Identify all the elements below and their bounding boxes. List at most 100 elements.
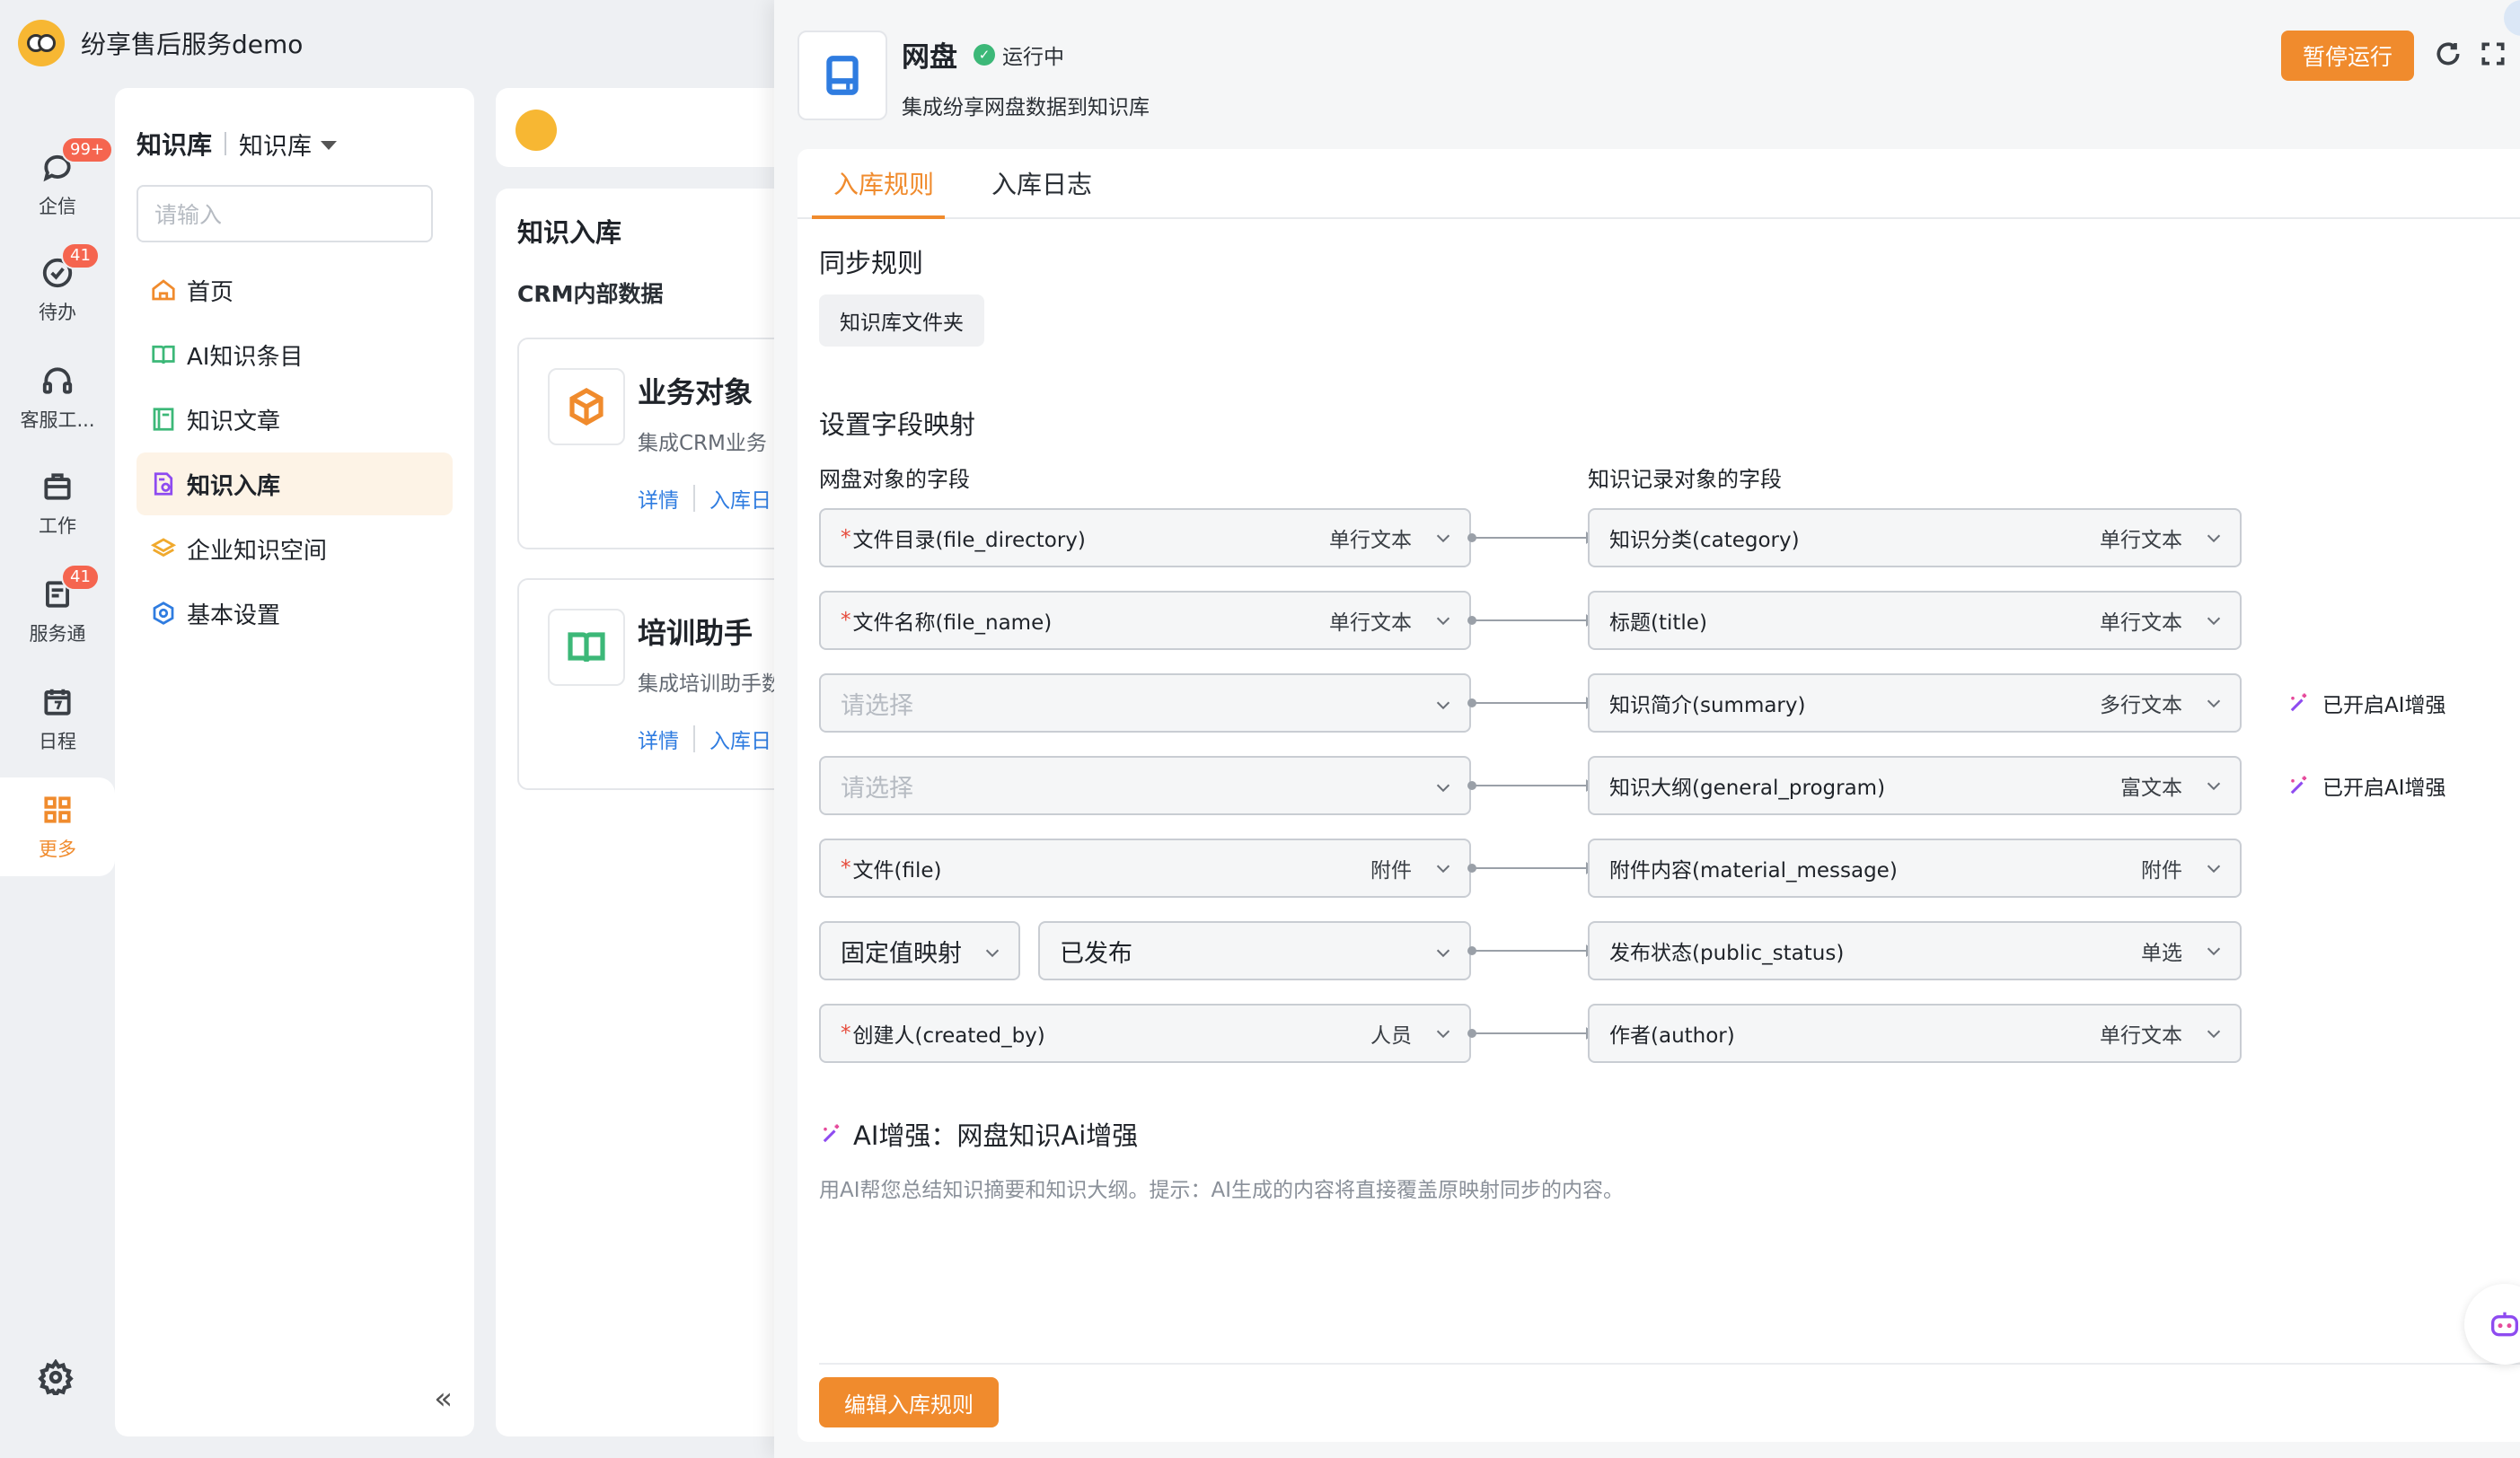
target-field-type: 附件: [2141, 859, 2182, 883]
pause-button[interactable]: 暂停运行: [2281, 31, 2414, 81]
kb-nav-space[interactable]: 企业知识空间: [137, 517, 453, 580]
source-field-select[interactable]: * 创建人(created_by) 人员: [819, 1004, 1471, 1063]
source-field-select[interactable]: * 文件目录(file_directory) 单行文本: [819, 508, 1471, 567]
ingest-section-title: CRM内部数据: [517, 281, 664, 307]
grid-icon: [40, 792, 75, 828]
tab-logs[interactable]: 入库日志: [991, 165, 1092, 201]
calendar-icon: [40, 684, 75, 720]
rail-badge: 99+: [61, 136, 113, 163]
source-field-select[interactable]: 请选择: [819, 756, 1471, 815]
rail-item-service-pass[interactable]: 41 服务通: [0, 562, 115, 661]
card-desc: 集成培训助手数: [638, 672, 782, 696]
detail-link[interactable]: 详情: [638, 483, 679, 514]
kb-nav-articles[interactable]: 知识文章: [137, 388, 453, 451]
chevron-down-icon: [2204, 693, 2224, 713]
source-field-label: 创建人(created_by): [852, 1024, 1045, 1048]
kb-nav-home[interactable]: 首页: [137, 259, 453, 321]
magic-wand-icon: [2290, 693, 2307, 712]
target-field-label: 标题(title): [1609, 611, 1707, 635]
required-mark: *: [841, 1022, 851, 1045]
target-field-select[interactable]: 知识分类(category) 单行文本: [1588, 508, 2242, 567]
hex-gear-icon: [149, 599, 178, 628]
log-link[interactable]: 入库日: [709, 483, 771, 514]
target-field-label: 知识分类(category): [1609, 529, 1800, 552]
target-field-select[interactable]: 发布状态(public_status) 单选: [1588, 921, 2242, 980]
caret-down-icon[interactable]: [321, 141, 338, 150]
article-icon: [149, 405, 178, 434]
target-field-type: 单行文本: [2100, 529, 2182, 552]
source-field-select[interactable]: 请选择: [819, 673, 1471, 733]
mapping-row: * 文件(file) 附件 附件内容(material_message) 附件: [819, 839, 2436, 898]
magic-wand-icon: [823, 1124, 840, 1143]
briefcase-icon: [40, 469, 75, 505]
refresh-icon[interactable]: [2434, 40, 2466, 72]
target-field-select[interactable]: 作者(author) 单行文本: [1588, 1004, 2242, 1063]
target-field-label: 知识简介(summary): [1609, 694, 1806, 717]
fullscreen-icon[interactable]: [2479, 40, 2511, 72]
mapping-mode-select[interactable]: 固定值映射: [819, 921, 1020, 980]
fixed-value-label: 已发布: [1060, 939, 1132, 968]
collapse-sidebar-icon[interactable]: «: [434, 1381, 453, 1417]
layers-icon: [149, 534, 178, 563]
kb-nav-ai-items[interactable]: AI知识条目: [137, 323, 453, 386]
rail-item-label: 工作: [39, 515, 76, 537]
source-field-label: 文件目录(file_directory): [852, 529, 1086, 552]
target-field-label: 知识大纲(general_program): [1609, 777, 1886, 800]
target-field-select[interactable]: 知识简介(summary) 多行文本: [1588, 673, 2242, 733]
target-field-type: 多行文本: [2100, 694, 2182, 717]
chevron-down-icon: [1433, 528, 1453, 548]
detail-link[interactable]: 详情: [638, 724, 679, 754]
ai-enabled-tag: 已开启AI增强: [2287, 770, 2446, 801]
source-field-select[interactable]: * 文件名称(file_name) 单行文本: [819, 591, 1471, 650]
kb-sidebar: 知识库 知识库 请输入 首页 AI知识条目 知识文章 知识入库 企业知识空间 基…: [115, 88, 474, 1436]
settings-gear-icon[interactable]: [38, 1358, 77, 1399]
sync-chip-kb-folder[interactable]: 知识库文件夹: [819, 294, 984, 347]
required-mark: *: [841, 609, 851, 632]
app-logo: [18, 20, 65, 66]
netdisk-drawer: 网盘 ✓ 运行中 集成纷享网盘数据到知识库 暂停运行 入库规则 入库日志 同步规…: [774, 0, 2520, 1458]
card-links: 详情 入库日: [638, 724, 771, 754]
rail-item-label: 日程: [39, 731, 76, 752]
rail-item-more[interactable]: 更多: [0, 777, 115, 876]
kb-switcher[interactable]: 知识库: [239, 127, 312, 162]
fixed-value-select[interactable]: 已发布: [1038, 921, 1471, 980]
mapping-arrow: [1467, 862, 1595, 874]
rail-item-service-desk[interactable]: 客服工...: [0, 348, 115, 447]
kb-search-input[interactable]: 请输入: [137, 185, 433, 242]
card-title: 培训助手: [638, 616, 753, 650]
target-field-type: 单选: [2141, 942, 2182, 965]
rail-item-work[interactable]: 工作: [0, 454, 115, 553]
kb-nav: 首页 AI知识条目 知识文章 知识入库 企业知识空间 基本设置: [137, 259, 453, 646]
left-rail: 99+ 企信 41 待办 客服工... 工作 41 服务通 日程 更多: [0, 86, 115, 1458]
source-card-training[interactable]: 培训助手 集成培训助手数 详情 入库日: [517, 578, 792, 790]
target-field-select[interactable]: 标题(title) 单行文本: [1588, 591, 2242, 650]
kb-nav-label: 知识文章: [187, 408, 281, 435]
cube-icon: [548, 368, 625, 445]
source-field-label: 文件名称(file_name): [852, 611, 1053, 635]
source-card-business-object[interactable]: 业务对象 集成CRM业务 详情 入库日: [517, 338, 792, 549]
source-field-type: 人员: [1370, 1024, 1412, 1048]
field-mapping-title: 设置字段映射: [819, 409, 976, 440]
ai-enabled-tag: 已开启AI增强: [2287, 688, 2446, 718]
required-mark: *: [841, 526, 851, 549]
edit-rules-button[interactable]: 编辑入库规则: [819, 1377, 999, 1427]
mapping-arrow: [1467, 944, 1595, 957]
target-field-select[interactable]: 附件内容(material_message) 附件: [1588, 839, 2242, 898]
hard-drive-icon: [797, 31, 887, 120]
target-field-select[interactable]: 知识大纲(general_program) 富文本: [1588, 756, 2242, 815]
divider: [693, 725, 695, 752]
headset-icon: [40, 363, 75, 399]
rail-item-todo[interactable]: 41 待办: [0, 241, 115, 339]
book-icon: [548, 609, 625, 686]
rail-item-messages[interactable]: 99+ 企信: [0, 135, 115, 233]
rail-item-calendar[interactable]: 日程: [0, 670, 115, 769]
kb-nav-ingest[interactable]: 知识入库: [137, 452, 453, 515]
log-link[interactable]: 入库日: [709, 724, 771, 754]
target-field-label: 附件内容(material_message): [1609, 859, 1898, 883]
target-field-type: 单行文本: [2100, 1024, 2182, 1048]
source-field-select[interactable]: * 文件(file) 附件: [819, 839, 1471, 898]
kb-nav-settings[interactable]: 基本设置: [137, 582, 453, 645]
ai-enabled-label: 已开启AI增强: [2322, 777, 2446, 800]
mid-topbar: [496, 88, 792, 167]
tab-rules[interactable]: 入库规则: [833, 165, 934, 201]
